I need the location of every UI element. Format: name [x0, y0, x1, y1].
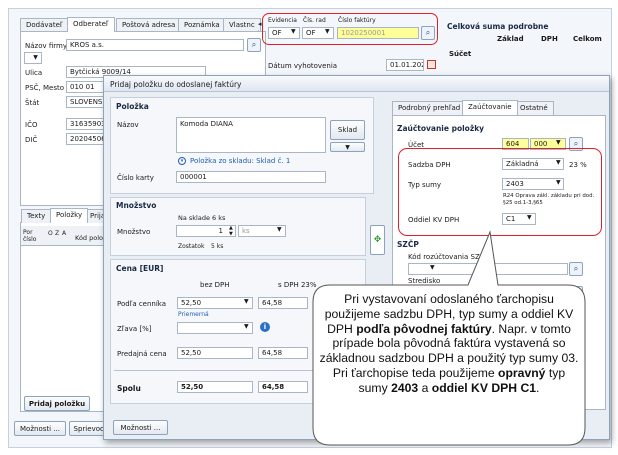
- callout-bold-3: 2403: [391, 380, 419, 395]
- callout-bold-4: oddiel KV DPH C1: [431, 380, 537, 395]
- callout-part-5: .: [536, 380, 540, 395]
- tab-zauctovanie[interactable]: Zaúčtovanie: [462, 100, 518, 115]
- tab-odberatel[interactable]: Odberateľ: [67, 17, 115, 32]
- callout-part-4: a: [418, 380, 432, 395]
- callout-text: Pri vystavovaní odoslaného ťarchopisu po…: [318, 292, 580, 396]
- callout-bold-2: opravný: [498, 365, 546, 380]
- tab-polozky[interactable]: Položky: [50, 208, 89, 223]
- callout-bold-1: podľa pôvodnej faktúry: [356, 321, 492, 336]
